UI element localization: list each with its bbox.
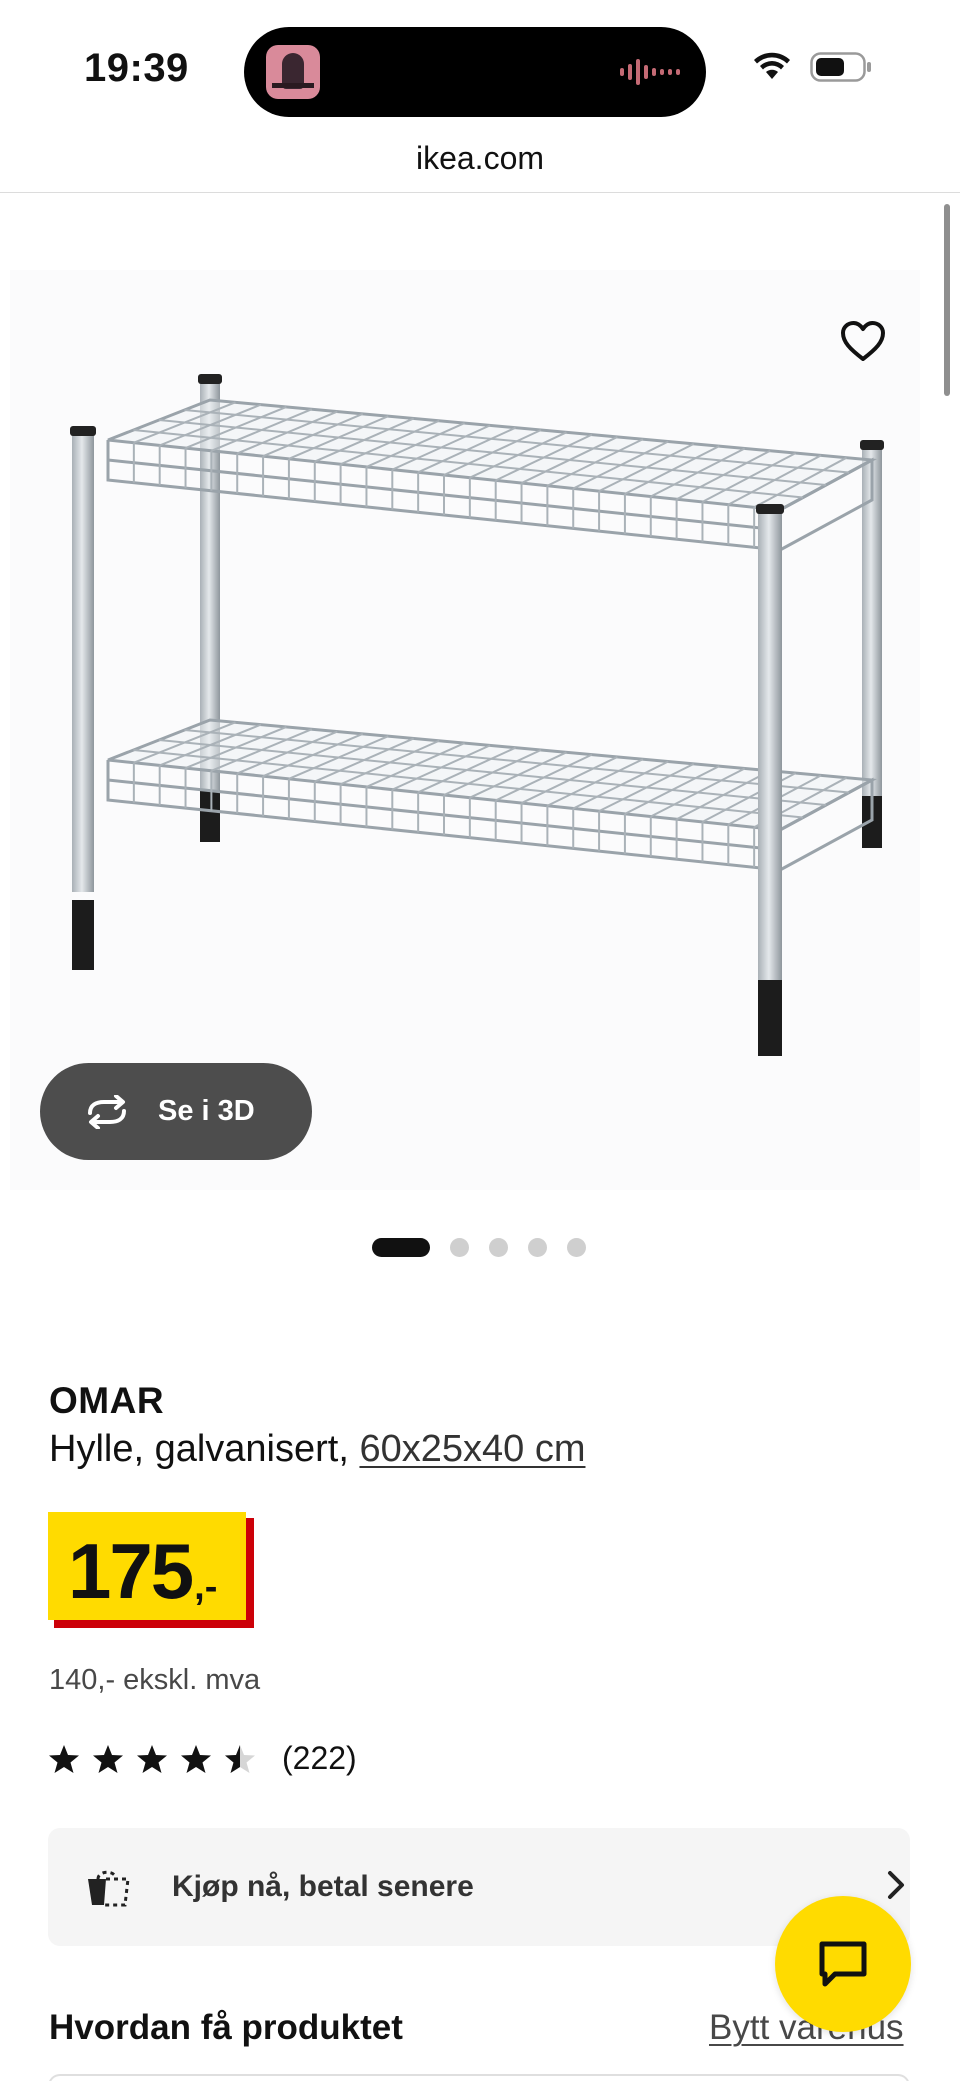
gallery-dot[interactable] xyxy=(489,1238,508,1257)
delivery-options-card[interactable] xyxy=(48,2074,910,2081)
review-count[interactable]: (222) xyxy=(282,1740,357,1777)
heart-outline-icon xyxy=(841,321,885,361)
chat-button[interactable] xyxy=(775,1896,911,2032)
view-3d-button[interactable]: Se i 3D xyxy=(40,1063,312,1160)
gallery-dot[interactable] xyxy=(372,1238,430,1257)
star-full-icon xyxy=(137,1744,167,1773)
battery-icon xyxy=(810,52,871,82)
browser-url[interactable]: ikea.com xyxy=(0,140,960,177)
chevron-right-icon xyxy=(888,1871,904,1899)
divider xyxy=(0,192,960,193)
price-ex-vat: 140,- ekskl. mva xyxy=(49,1664,261,1696)
buy-now-pay-later-row[interactable]: Kjøp nå, betal senere xyxy=(48,1828,910,1946)
star-full-icon xyxy=(49,1744,79,1773)
gallery-dot[interactable] xyxy=(528,1238,547,1257)
rating-summary[interactable]: (222) xyxy=(48,1740,357,1777)
chat-bubble-icon xyxy=(819,1941,867,1987)
price-suffix: ,- xyxy=(194,1566,218,1608)
star-full-icon xyxy=(181,1744,211,1773)
gallery-dot[interactable] xyxy=(567,1238,586,1257)
status-icons xyxy=(752,52,872,82)
scrollbar[interactable] xyxy=(944,204,950,396)
bag-icon xyxy=(88,1870,130,1907)
star-full-icon xyxy=(93,1744,123,1773)
product-size-link[interactable]: 60x25x40 cm xyxy=(359,1428,585,1470)
now-playing-thumbnail xyxy=(266,45,320,99)
rotate-arrows-icon xyxy=(88,1094,126,1129)
product-description: Hylle, galvanisert, 60x25x40 cm xyxy=(49,1428,585,1471)
gallery-dot[interactable] xyxy=(450,1238,469,1257)
gallery-pagination[interactable] xyxy=(372,1238,586,1257)
view-3d-label: Se i 3D xyxy=(158,1095,255,1127)
wifi-icon xyxy=(754,52,790,79)
dynamic-island[interactable] xyxy=(244,27,706,117)
star-half-icon xyxy=(225,1744,255,1773)
delivery-section-title: Hvordan få produktet xyxy=(49,2008,403,2047)
price-amount: 175 xyxy=(68,1527,194,1615)
product-image[interactable] xyxy=(60,360,900,1080)
status-time: 19:39 xyxy=(84,46,189,90)
status-bar: 19:39 ikea.com xyxy=(0,0,960,176)
favorite-button[interactable] xyxy=(826,304,900,378)
price-tag: 175 ,- xyxy=(48,1512,254,1628)
product-type: Hylle, galvanisert, xyxy=(49,1428,349,1470)
price-box: 175 ,- xyxy=(48,1512,246,1620)
audio-waveform-icon xyxy=(620,59,680,85)
star-rating xyxy=(48,1744,256,1774)
product-name: OMAR xyxy=(49,1380,165,1421)
buy-now-pay-later-label: Kjøp nå, betal senere xyxy=(172,1870,474,1903)
